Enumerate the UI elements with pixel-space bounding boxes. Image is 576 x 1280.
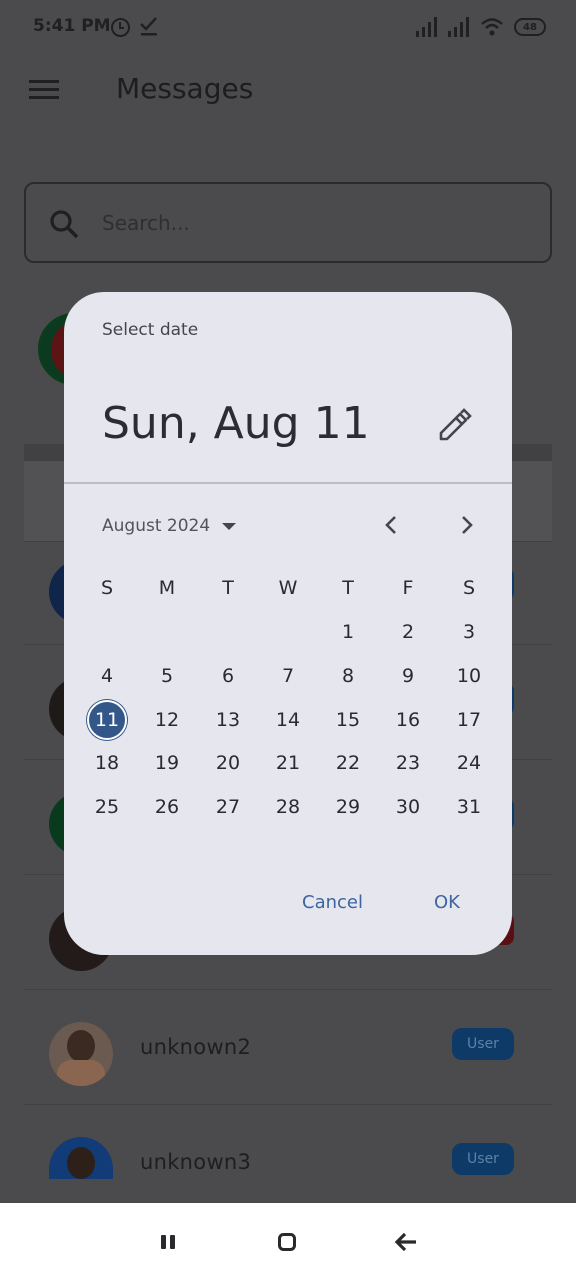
weekday-label: T [342, 577, 354, 599]
wifi-icon [481, 18, 503, 36]
weekday-label: T [222, 577, 234, 599]
calendar-day[interactable]: 13 [208, 700, 248, 740]
calendar-day[interactable]: 26 [147, 787, 187, 827]
user-badge: User [452, 1028, 514, 1060]
dialog-label: Select date [102, 320, 199, 340]
pencil-icon[interactable] [436, 408, 472, 444]
recent-apps-icon[interactable] [153, 1227, 183, 1257]
calendar-day[interactable]: 10 [449, 656, 489, 696]
calendar-day[interactable]: 15 [328, 700, 368, 740]
calendar-day[interactable]: 20 [208, 743, 248, 783]
signal-icon [448, 17, 469, 37]
alarm-clock-icon [111, 18, 130, 37]
calendar-day[interactable]: 5 [147, 656, 187, 696]
selected-date-header: Sun, Aug 11 [102, 398, 370, 449]
list-item[interactable]: unknown3 User [24, 1104, 552, 1203]
avatar [49, 1137, 113, 1179]
calendar-day[interactable]: 3 [449, 612, 489, 652]
status-icons: 48 [416, 15, 546, 39]
weekday-label: W [278, 577, 298, 599]
weekday-label: M [158, 577, 176, 599]
calendar-day[interactable]: 7 [268, 656, 308, 696]
calendar-day[interactable]: 6 [208, 656, 248, 696]
month-year-label: August 2024 [102, 516, 211, 536]
divider [64, 482, 512, 484]
calendar-day[interactable]: 16 [388, 700, 428, 740]
calendar-day[interactable]: 24 [449, 743, 489, 783]
back-icon[interactable] [391, 1227, 421, 1257]
avatar [49, 1022, 113, 1086]
search-input[interactable]: Search... [24, 182, 552, 263]
calendar-day[interactable]: 9 [388, 656, 428, 696]
calendar-day[interactable]: 31 [449, 787, 489, 827]
calendar-day[interactable]: 19 [147, 743, 187, 783]
calendar-day[interactable]: 18 [87, 743, 127, 783]
page-title: Messages [116, 72, 254, 105]
chevron-left-icon[interactable] [376, 510, 406, 540]
battery-indicator: 48 [514, 18, 546, 36]
calendar-day[interactable]: 4 [87, 656, 127, 696]
signal-icon [416, 17, 437, 37]
search-icon [50, 210, 79, 239]
calendar-day[interactable]: 2 [388, 612, 428, 652]
calendar-day[interactable]: 12 [147, 700, 187, 740]
weekday-label: S [100, 577, 114, 599]
calendar-day[interactable]: 1 [328, 612, 368, 652]
contact-name: unknown2 [140, 1035, 252, 1059]
calendar-day[interactable]: 22 [328, 743, 368, 783]
date-picker-dialog: Select date Sun, Aug 11 August 2024 S M T W… [64, 292, 512, 955]
contact-name: unknown3 [140, 1150, 252, 1174]
calendar-day[interactable]: 25 [87, 787, 127, 827]
system-navigation-bar [0, 1203, 576, 1280]
calendar-day[interactable]: 27 [208, 787, 248, 827]
weekday-label: S [462, 577, 476, 599]
weekday-label: F [402, 577, 414, 599]
calendar-day[interactable]: 14 [268, 700, 308, 740]
calendar-day[interactable]: 23 [388, 743, 428, 783]
cancel-button[interactable]: Cancel [302, 892, 363, 913]
list-item[interactable]: unknown2 User [24, 989, 552, 1104]
calendar-day[interactable]: 29 [328, 787, 368, 827]
month-year-selector[interactable]: August 2024 [102, 514, 237, 538]
menu-icon[interactable] [29, 80, 59, 100]
calendar-day[interactable]: 21 [268, 743, 308, 783]
calendar-day[interactable]: 8 [328, 656, 368, 696]
chevron-right-icon[interactable] [452, 510, 482, 540]
calendar-day[interactable]: 30 [388, 787, 428, 827]
calendar-day[interactable]: 17 [449, 700, 489, 740]
status-bar: 5:41 PM 48 [0, 0, 576, 56]
search-placeholder: Search... [102, 211, 190, 235]
status-time: 5:41 PM [33, 16, 111, 36]
ok-button[interactable]: OK [434, 892, 460, 913]
download-done-icon [140, 17, 157, 36]
user-badge: User [452, 1143, 514, 1175]
calendar-day-selected[interactable]: 11 [87, 700, 127, 740]
dropdown-arrow-icon [222, 522, 237, 530]
home-icon[interactable] [272, 1227, 302, 1257]
calendar-day[interactable]: 28 [268, 787, 308, 827]
